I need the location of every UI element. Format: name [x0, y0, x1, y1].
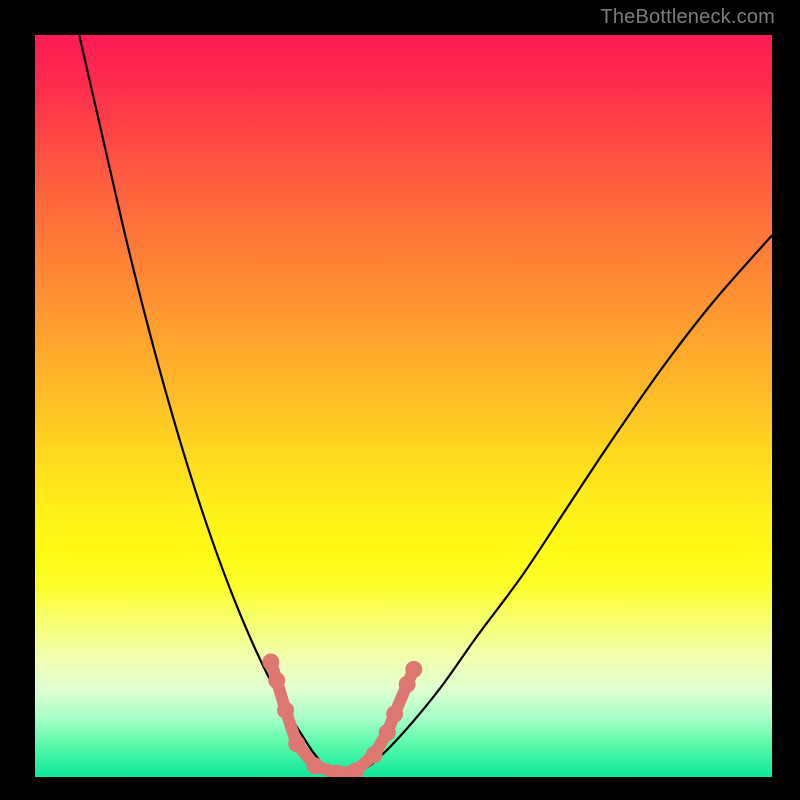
marker-dot: [386, 705, 403, 722]
marker-dot: [262, 653, 279, 670]
marker-dot: [366, 746, 383, 763]
curves-svg: [35, 35, 772, 777]
marker-dot: [379, 724, 396, 741]
marker-dot: [307, 757, 324, 774]
attribution-text: TheBottleneck.com: [600, 6, 775, 29]
plot-area: [35, 35, 772, 777]
trough-markers: [262, 653, 422, 777]
left-curve: [79, 35, 352, 777]
right-curve: [352, 235, 772, 777]
marker-dot: [277, 702, 294, 719]
marker-dot: [399, 676, 416, 693]
marker-dot: [268, 672, 285, 689]
marker-dot: [288, 735, 305, 752]
marker-dot: [405, 661, 422, 678]
chart-frame: TheBottleneck.com: [0, 0, 800, 800]
